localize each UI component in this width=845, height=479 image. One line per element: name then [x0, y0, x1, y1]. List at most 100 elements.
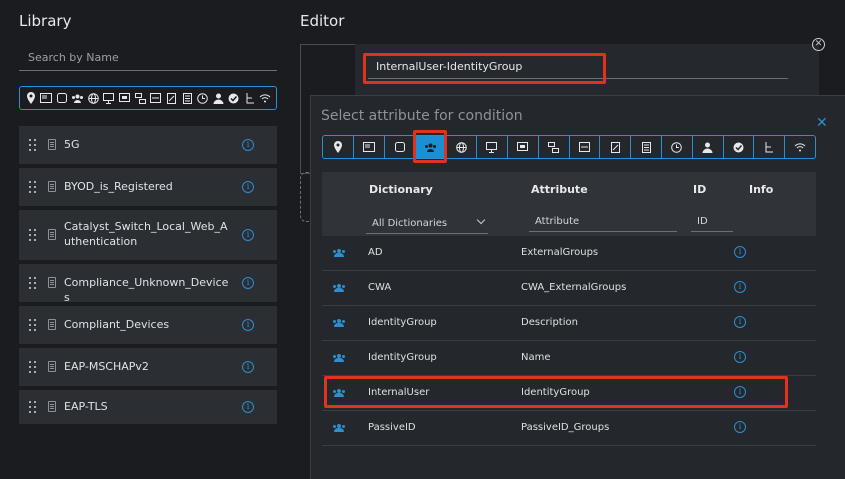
- close-icon[interactable]: ✕: [816, 116, 828, 130]
- condition-doc-icon: [48, 401, 56, 412]
- library-item-label: Compliant_Devices: [64, 318, 170, 331]
- library-item-compliant[interactable]: Compliant_Devices i: [19, 306, 277, 344]
- drag-handle-icon[interactable]: [29, 181, 37, 193]
- users-icon[interactable]: [415, 136, 447, 158]
- wifi-icon[interactable]: [785, 136, 815, 158]
- users-icon[interactable]: [71, 90, 85, 106]
- server-icon[interactable]: [180, 90, 194, 106]
- info-icon[interactable]: i: [734, 421, 746, 433]
- server-icon[interactable]: [631, 136, 662, 158]
- info-icon[interactable]: i: [242, 139, 254, 151]
- group-icon: [333, 319, 345, 327]
- library-item-byod[interactable]: BYOD_is_Registered i: [19, 168, 277, 206]
- column-id[interactable]: ID: [693, 183, 706, 196]
- info-icon[interactable]: i: [242, 229, 254, 241]
- screen-icon[interactable]: [508, 136, 539, 158]
- dictionary-filter-value: All Dictionaries: [372, 218, 448, 229]
- condition-doc-icon: [48, 277, 56, 288]
- close-circle-icon[interactable]: ✕: [812, 38, 825, 51]
- library-title: Library: [19, 12, 72, 30]
- info-icon[interactable]: i: [734, 316, 746, 328]
- column-info: Info: [749, 183, 774, 196]
- chevron-down-icon: [476, 215, 486, 225]
- group-icon: [333, 389, 345, 397]
- row-dictionary: InternalUser: [368, 387, 430, 398]
- library-item-compliance-unknown[interactable]: Compliance_Unknown_Devices i: [19, 264, 277, 304]
- row-attribute: Description: [521, 317, 578, 328]
- row-attribute: ExternalGroups: [521, 247, 599, 258]
- clock-icon[interactable]: [662, 136, 693, 158]
- location-icon[interactable]: [323, 136, 354, 158]
- globe-icon[interactable]: [446, 136, 478, 158]
- library-filter-icons: [19, 86, 277, 110]
- row-attribute: CWA_ExternalGroups: [521, 282, 627, 293]
- monitor-icon[interactable]: [477, 136, 508, 158]
- clock-icon[interactable]: [196, 90, 210, 106]
- library-item-label: Compliance_Unknown_Devices: [64, 276, 229, 304]
- network-icon[interactable]: [539, 136, 570, 158]
- library-item-5g[interactable]: 5G i: [19, 126, 277, 164]
- globe-icon[interactable]: [86, 90, 100, 106]
- library-item-eap-tls[interactable]: EAP-TLS i: [19, 390, 277, 424]
- row-attribute: PassiveID_Groups: [521, 422, 610, 433]
- row-dictionary: IdentityGroup: [368, 317, 437, 328]
- id-card-icon[interactable]: [354, 136, 385, 158]
- location-icon[interactable]: [24, 90, 38, 106]
- tree-icon[interactable]: [754, 136, 786, 158]
- id-card-icon[interactable]: [39, 90, 53, 106]
- drag-handle-icon[interactable]: [29, 319, 37, 331]
- row-dictionary: PassiveID: [368, 422, 416, 433]
- group-icon: [333, 249, 345, 257]
- condition-doc-icon: [48, 229, 56, 240]
- device-icon[interactable]: [55, 90, 69, 106]
- device-icon[interactable]: [385, 136, 416, 158]
- column-attribute[interactable]: Attribute: [531, 183, 588, 196]
- tree-icon[interactable]: [243, 90, 257, 106]
- info-icon[interactable]: i: [242, 401, 254, 413]
- condition-name-field[interactable]: InternalUser-IdentityGroup: [368, 55, 788, 79]
- check-circle-icon[interactable]: [227, 90, 241, 106]
- file-edit-icon[interactable]: [600, 136, 632, 158]
- drag-handle-icon[interactable]: [29, 277, 37, 289]
- library-item-catalyst[interactable]: Catalyst_Switch_Local_Web_Authentication…: [19, 210, 277, 260]
- info-icon[interactable]: i: [242, 277, 254, 289]
- drag-handle-icon[interactable]: [29, 139, 37, 151]
- info-icon[interactable]: i: [242, 361, 254, 373]
- info-icon[interactable]: i: [734, 281, 746, 293]
- row-attribute: Name: [521, 352, 551, 363]
- library-item-label: Catalyst_Switch_Local_Web_Authentication: [64, 220, 228, 248]
- user-icon[interactable]: [211, 90, 225, 106]
- row-dictionary: CWA: [368, 282, 392, 293]
- library-item-eap-mschapv2[interactable]: EAP-MSCHAPv2 i: [19, 348, 277, 386]
- info-icon[interactable]: i: [242, 319, 254, 331]
- router-icon[interactable]: [570, 136, 601, 158]
- wifi-icon[interactable]: [258, 90, 272, 106]
- library-item-label: 5G: [64, 138, 80, 151]
- library-search[interactable]: [19, 45, 277, 71]
- screen-icon[interactable]: [118, 90, 132, 106]
- drag-handle-icon[interactable]: [29, 361, 37, 373]
- user-icon[interactable]: [693, 136, 724, 158]
- file-edit-icon[interactable]: [164, 90, 178, 106]
- network-icon[interactable]: [133, 90, 147, 106]
- row-attribute: IdentityGroup: [521, 387, 590, 398]
- library-item-label: BYOD_is_Registered: [64, 180, 173, 193]
- dictionary-filter-select[interactable]: All Dictionaries: [366, 214, 488, 234]
- drag-handle-icon[interactable]: [29, 401, 37, 413]
- monitor-icon[interactable]: [102, 90, 116, 106]
- search-input[interactable]: [19, 45, 277, 70]
- library-item-label: EAP-TLS: [64, 400, 108, 413]
- group-icon: [333, 424, 345, 432]
- attribute-filter-input[interactable]: Attribute: [529, 212, 677, 232]
- id-filter-input[interactable]: ID: [691, 212, 733, 232]
- info-icon[interactable]: i: [734, 246, 746, 258]
- column-dictionary[interactable]: Dictionary: [369, 183, 433, 196]
- info-icon[interactable]: i: [242, 181, 254, 193]
- router-icon[interactable]: [149, 90, 163, 106]
- info-icon[interactable]: i: [734, 386, 746, 398]
- drag-handle-icon[interactable]: [29, 229, 37, 241]
- condition-doc-icon: [48, 181, 56, 192]
- info-icon[interactable]: i: [734, 351, 746, 363]
- row-dictionary: AD: [368, 247, 383, 258]
- check-circle-icon[interactable]: [724, 136, 755, 158]
